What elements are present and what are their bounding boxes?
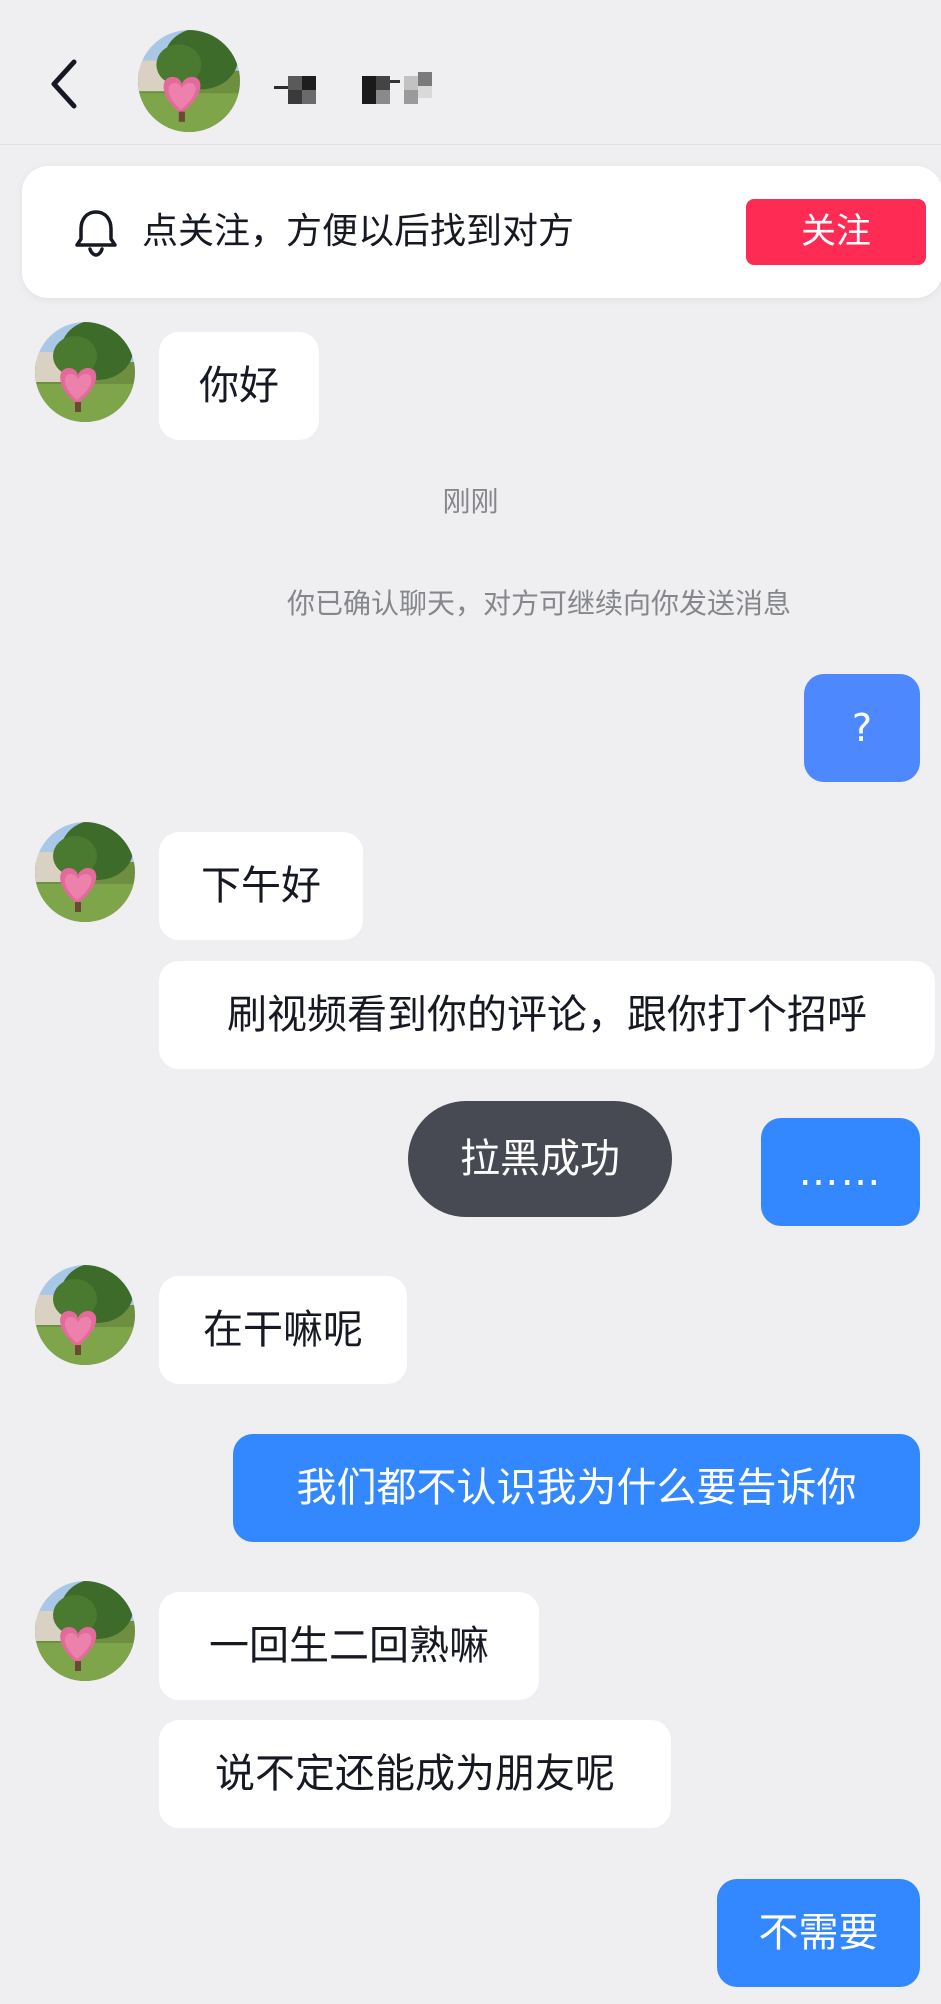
system-notice: 你已确认聊天，对方可继续向你发送消息 (286, 587, 791, 620)
incoming-message[interactable]: 刷视频看到你的评论，跟你打个招呼 (159, 961, 935, 1069)
incoming-message[interactable]: 你好 (159, 332, 319, 440)
follow-button[interactable]: 关注 (746, 199, 926, 265)
outgoing-message[interactable]: …… (761, 1118, 920, 1226)
incoming-message[interactable]: 下午好 (159, 832, 363, 940)
back-button[interactable] (40, 50, 90, 120)
incoming-message[interactable]: 说不定还能成为朋友呢 (159, 1720, 671, 1828)
pixelated-name-mosaic (274, 72, 432, 104)
outgoing-message[interactable]: 不需要 (717, 1879, 920, 1987)
sender-avatar[interactable] (35, 1265, 135, 1365)
incoming-message[interactable]: 在干嘛呢 (159, 1276, 407, 1384)
follow-banner: 点关注，方便以后找到对方 关注 (22, 166, 941, 298)
sender-avatar[interactable] (35, 822, 135, 922)
contact-name-redacted[interactable]: -▖ ▛▘ (274, 66, 464, 110)
block-success-toast: 拉黑成功 (408, 1101, 672, 1217)
follow-prompt-text: 点关注，方便以后找到对方 (142, 211, 575, 252)
sender-avatar[interactable] (35, 322, 135, 422)
outgoing-message[interactable]: 我们都不认识我为什么要告诉你 (233, 1434, 920, 1542)
chat-header: -▖ ▛▘ (0, 0, 941, 145)
sender-avatar[interactable] (35, 1581, 135, 1681)
incoming-message[interactable]: 一回生二回熟嘛 (159, 1592, 539, 1700)
timestamp: 刚刚 (442, 485, 499, 518)
outgoing-message[interactable]: ? (804, 674, 920, 782)
contact-avatar[interactable] (138, 30, 240, 132)
chevron-left-icon (51, 59, 77, 109)
bell-icon (75, 210, 117, 257)
